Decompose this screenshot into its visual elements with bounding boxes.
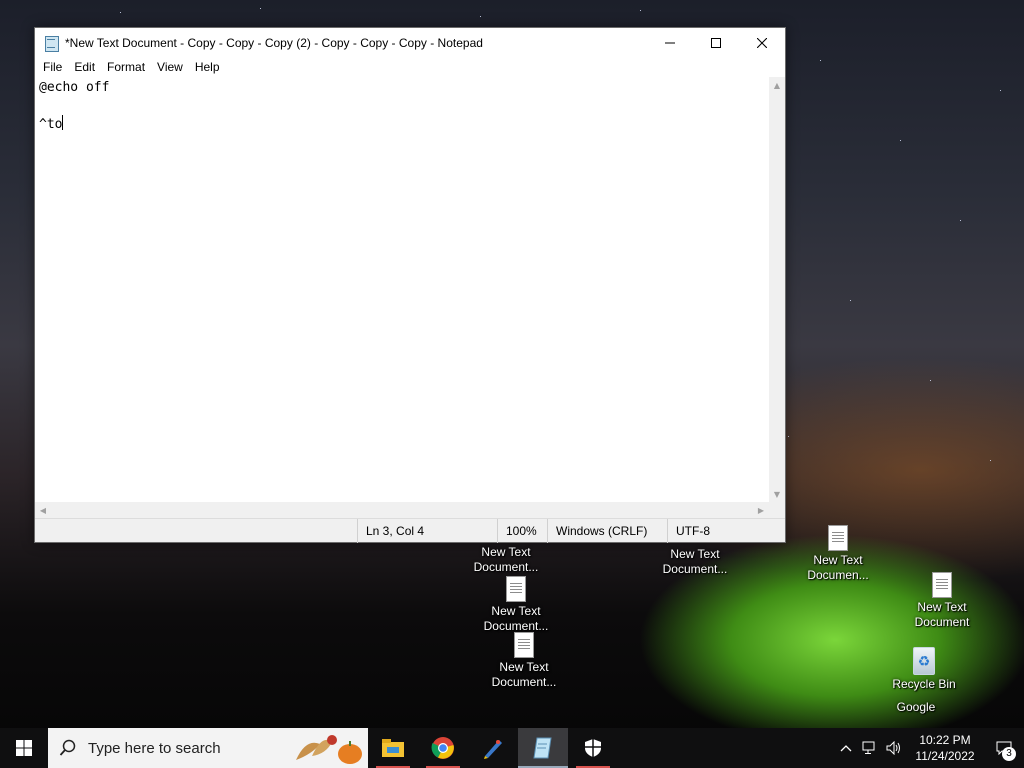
scroll-down-icon[interactable]: ▼ — [769, 486, 785, 502]
text-document-icon — [506, 576, 526, 602]
scroll-corner — [769, 502, 785, 518]
status-encoding: UTF-8 — [667, 518, 785, 543]
desktop-icon-label: New Text Document — [914, 600, 970, 629]
menu-view[interactable]: View — [151, 57, 189, 77]
file-explorer-icon — [382, 739, 404, 757]
title-bar[interactable]: *New Text Document - Copy - Copy - Copy … — [35, 28, 785, 57]
status-bar: Ln 3, Col 4 100% Windows (CRLF) UTF-8 — [35, 518, 785, 543]
scroll-right-icon[interactable]: ▶ — [753, 502, 769, 518]
security-shield-icon — [585, 739, 601, 757]
system-tray: 10:22 PM 11/24/2022 3 — [834, 728, 1024, 768]
menu-edit[interactable]: Edit — [68, 57, 101, 77]
horizontal-scrollbar[interactable]: ◀ ▶ — [35, 502, 769, 518]
clock-date: 11/24/2022 — [915, 749, 975, 763]
maximize-icon — [711, 37, 721, 48]
window-title: *New Text Document - Copy - Copy - Copy … — [65, 35, 483, 50]
clock[interactable]: 10:22 PM 11/24/2022 — [906, 732, 984, 764]
minimize-icon — [665, 42, 675, 43]
desktop-icon-label: New Text Document... — [491, 660, 557, 689]
taskbar-chrome[interactable] — [418, 728, 468, 768]
desktop-icon-google[interactable]: Google — [878, 700, 954, 726]
clock-time: 10:22 PM — [919, 733, 971, 747]
taskbar-security[interactable] — [568, 728, 618, 768]
chrome-icon — [431, 737, 454, 759]
text-document-icon — [828, 525, 848, 551]
notification-badge: 3 — [1002, 747, 1016, 761]
editor-area: @echo off ^to ▲ ▼ ◀ ▶ — [35, 77, 785, 518]
start-button[interactable] — [0, 728, 48, 768]
desktop-icon-text-document[interactable]: New Text Documen... — [800, 525, 876, 583]
desktop-icon-label: Google — [896, 700, 936, 714]
desktop-icon-label: New Text Document... — [473, 545, 539, 574]
desktop-icon-recycle-bin[interactable]: ♻ Recycle Bin — [886, 647, 962, 692]
notepad-icon — [43, 35, 59, 52]
text-editor[interactable]: @echo off ^to — [35, 77, 769, 502]
editor-line: @echo off — [39, 80, 110, 95]
action-center-button[interactable]: 3 — [984, 728, 1024, 768]
autumn-search-highlight-icon — [296, 735, 362, 764]
desktop-icon-label: New Text Document... — [662, 547, 728, 576]
taskbar-notepad[interactable] — [518, 728, 568, 768]
status-cursor-position: Ln 3, Col 4 — [357, 518, 497, 543]
minimize-button[interactable] — [647, 28, 693, 57]
close-icon — [757, 37, 767, 48]
recycle-bin-icon: ♻ — [913, 647, 935, 675]
taskbar: Type here to search 10:22 PM 11/24/2022 … — [0, 728, 1024, 768]
search-placeholder: Type here to search — [88, 739, 221, 757]
windows-logo-icon — [16, 740, 32, 756]
notepad-icon — [533, 737, 552, 759]
menu-bar: File Edit Format View Help — [35, 57, 785, 77]
desktop-icon-text-document[interactable]: New Text Document... — [657, 547, 733, 577]
maximize-button[interactable] — [693, 28, 739, 57]
menu-format[interactable]: Format — [101, 57, 151, 77]
desktop-icon-label: Recycle Bin — [892, 677, 956, 691]
taskbar-paint[interactable] — [468, 728, 518, 768]
status-zoom: 100% — [497, 518, 547, 543]
search-icon — [48, 739, 88, 757]
network-icon[interactable] — [858, 741, 882, 755]
scroll-up-icon[interactable]: ▲ — [769, 77, 785, 93]
chevron-up-icon[interactable] — [834, 744, 858, 752]
text-document-icon — [932, 572, 952, 598]
editor-line: ^to — [39, 115, 765, 133]
desktop-icon-text-document[interactable]: New Text Document... — [468, 545, 544, 575]
scroll-left-icon[interactable]: ◀ — [35, 502, 51, 518]
desktop-icon-label: New Text Document... — [483, 604, 549, 633]
taskbar-file-explorer[interactable] — [368, 728, 418, 768]
vertical-scrollbar[interactable]: ▲ ▼ — [769, 77, 785, 502]
paint-icon — [484, 740, 502, 759]
desktop-icon-label: New Text Documen... — [807, 553, 869, 582]
desktop-icon-text-document[interactable]: New Text Document — [904, 572, 980, 630]
volume-icon[interactable] — [882, 741, 906, 755]
status-line-ending: Windows (CRLF) — [547, 518, 667, 543]
editor-line-text: ^to — [39, 117, 63, 132]
close-button[interactable] — [739, 28, 785, 57]
menu-file[interactable]: File — [37, 57, 68, 77]
text-caret — [62, 115, 64, 130]
menu-help[interactable]: Help — [189, 57, 226, 77]
taskbar-search[interactable]: Type here to search — [48, 728, 368, 768]
desktop-icon-text-document[interactable]: New Text Document... — [486, 632, 562, 690]
desktop-icon-text-document[interactable]: New Text Document... — [478, 576, 554, 634]
text-document-icon — [514, 632, 534, 658]
notepad-window[interactable]: *New Text Document - Copy - Copy - Copy … — [34, 27, 786, 543]
